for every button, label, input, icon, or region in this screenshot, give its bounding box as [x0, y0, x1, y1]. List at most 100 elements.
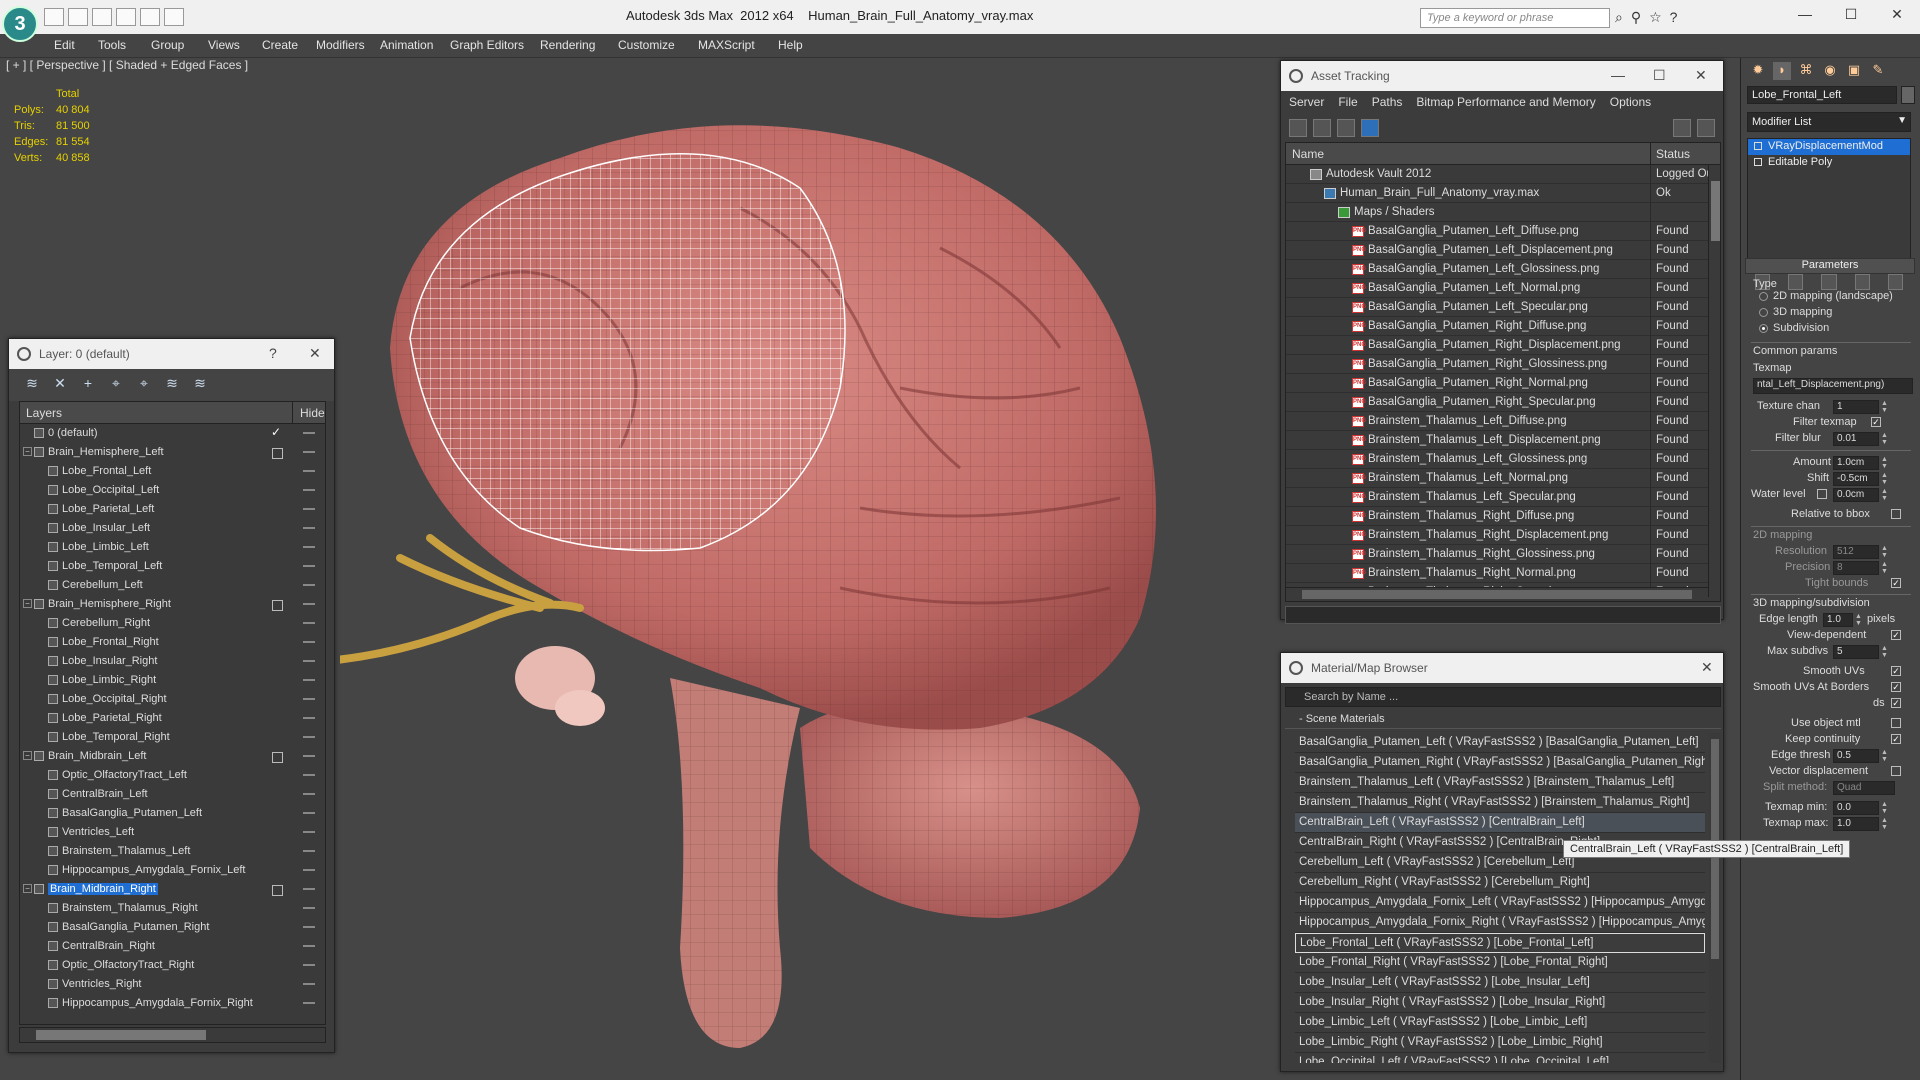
tight-bounds-checkbox[interactable]: ✓ — [1891, 578, 1901, 588]
create-tab-icon[interactable]: ✹ — [1749, 62, 1767, 80]
show-end-result-icon[interactable] — [1788, 274, 1804, 290]
layer-row[interactable]: CentralBrain_Left — [20, 785, 325, 804]
hide-toggle[interactable] — [303, 660, 315, 662]
texmap-min-spinner[interactable]: 0.0 — [1833, 801, 1879, 815]
project-folder-icon[interactable] — [164, 8, 184, 26]
layer-row[interactable]: Brainstem_Thalamus_Left — [20, 842, 325, 861]
asset-row[interactable]: PNG BasalGanglia_Putamen_Left_Displacemen… — [1286, 241, 1720, 260]
filter-blur-spinner[interactable]: 0.01 — [1833, 432, 1879, 446]
highlight-layer-icon[interactable]: ⌖ — [135, 375, 153, 393]
col-hide[interactable]: Hide — [300, 406, 325, 420]
water-level-checkbox[interactable] — [1817, 489, 1827, 499]
hide-toggle[interactable] — [303, 831, 315, 833]
hide-toggle[interactable] — [303, 546, 315, 548]
spinner-arrows-icon[interactable]: ▲ ▼ — [1881, 456, 1889, 470]
hide-toggle[interactable] — [303, 869, 315, 871]
layer-row[interactable]: Lobe_Occipital_Right — [20, 690, 325, 709]
layer-row[interactable]: Lobe_Frontal_Left — [20, 462, 325, 481]
hide-toggle[interactable] — [303, 926, 315, 928]
modify-tab-icon[interactable]: ◗ — [1773, 62, 1791, 80]
hide-toggle[interactable] — [272, 752, 283, 763]
hide-toggle[interactable] — [303, 622, 315, 624]
hide-toggle[interactable] — [303, 489, 315, 491]
asset-row[interactable]: Human_Brain_Full_Anatomy_vray.max Ok — [1286, 184, 1720, 203]
asset-row[interactable]: PNG Brainstem_Thalamus_Right_Diffuse.png F… — [1286, 507, 1720, 526]
modifier-list-dropdown[interactable]: Modifier List ▼ — [1747, 112, 1911, 132]
parameters-rollout[interactable]: Parameters — [1745, 258, 1915, 274]
material-row[interactable]: Brainstem_Thalamus_Left ( VRayFastSSS2 )… — [1295, 773, 1705, 793]
layer-group-row[interactable]: − Brain_Midbrain_Right — [20, 880, 325, 899]
spinner-arrows-icon[interactable]: ▲ ▼ — [1881, 801, 1889, 815]
freeze-all-icon[interactable]: ≋ — [191, 375, 209, 393]
collapse-icon[interactable]: − — [23, 884, 32, 893]
object-color-swatch[interactable] — [1901, 86, 1915, 104]
spinner-arrows-icon[interactable]: ▲ ▼ — [1855, 613, 1863, 627]
menu-customize[interactable]: Customize — [618, 38, 675, 52]
precision-spinner[interactable]: 8 — [1833, 561, 1879, 575]
layer-row[interactable]: BasalGanglia_Putamen_Left — [20, 804, 325, 823]
brain-model[interactable] — [340, 88, 1280, 1058]
keep-continuity-checkbox[interactable]: ✓ — [1891, 734, 1901, 744]
radio-3d-mapping[interactable] — [1759, 308, 1768, 317]
hide-toggle[interactable] — [272, 885, 283, 896]
water-level-spinner[interactable]: 0.0cm — [1833, 488, 1879, 502]
expand-icon[interactable] — [1754, 158, 1762, 166]
spinner-arrows-icon[interactable]: ▲ ▼ — [1881, 645, 1889, 659]
layer-row[interactable]: Lobe_Occipital_Left — [20, 481, 325, 500]
layer-row[interactable]: BasalGanglia_Putamen_Right — [20, 918, 325, 937]
hide-toggle[interactable] — [303, 983, 315, 985]
material-row[interactable]: Lobe_Insular_Left ( VRayFastSSS2 ) [Lobe… — [1295, 973, 1705, 993]
close-button[interactable]: ✕ — [1695, 67, 1707, 84]
view-dependent-checkbox[interactable]: ✓ — [1891, 630, 1901, 640]
stack-item-vray-displacement[interactable]: VRayDisplacementMod — [1748, 139, 1910, 155]
utilities-tab-icon[interactable]: ✎ — [1869, 62, 1887, 80]
layer-row[interactable]: Lobe_Insular_Right — [20, 652, 325, 671]
layer-row[interactable]: Lobe_Temporal_Right — [20, 728, 325, 747]
object-name-field[interactable]: Lobe_Frontal_Left — [1747, 86, 1897, 104]
asset-row[interactable]: PNG BasalGanglia_Putamen_Right_Normal.png… — [1286, 374, 1720, 393]
asset-path-field[interactable] — [1285, 606, 1721, 624]
col-name[interactable]: Name — [1292, 147, 1324, 161]
smooth-uvs-checkbox[interactable]: ✓ — [1891, 666, 1901, 676]
hide-toggle[interactable] — [303, 603, 315, 605]
asset-row[interactable]: PNG Brainstem_Thalamus_Left_Specular.png F… — [1286, 488, 1720, 507]
hide-toggle[interactable] — [303, 964, 315, 966]
asset-row[interactable]: PNG Brainstem_Thalamus_Left_Normal.png Fou… — [1286, 469, 1720, 488]
close-button[interactable]: ✕ — [1701, 659, 1713, 676]
spinner-arrows-icon[interactable]: ▲ ▼ — [1881, 817, 1889, 831]
hide-toggle[interactable] — [303, 717, 315, 719]
lightbulb-icon[interactable] — [1754, 142, 1762, 150]
radio-2d-mapping[interactable] — [1759, 292, 1768, 301]
redo-icon[interactable] — [140, 8, 160, 26]
amount-spinner[interactable]: 1.0cm — [1833, 456, 1879, 470]
spinner-arrows-icon[interactable]: ▲ ▼ — [1881, 472, 1889, 486]
asset-menu-paths[interactable]: Paths — [1372, 95, 1403, 111]
asset-row[interactable]: PNG BasalGanglia_Putamen_Left_Diffuse.png… — [1286, 222, 1720, 241]
smooth-uvs-borders-checkbox[interactable]: ✓ — [1891, 682, 1901, 692]
hide-toggle[interactable] — [303, 565, 315, 567]
hide-toggle[interactable] — [303, 641, 315, 643]
hide-toggle[interactable] — [272, 600, 283, 611]
relative-bbox-checkbox[interactable] — [1891, 509, 1901, 519]
help-icon[interactable] — [1673, 119, 1691, 137]
open-file-icon[interactable] — [68, 8, 88, 26]
layer-row[interactable]: Ventricles_Right — [20, 975, 325, 994]
hide-toggle[interactable] — [303, 907, 315, 909]
menu-help[interactable]: Help — [778, 38, 803, 52]
menu-edit[interactable]: Edit — [54, 38, 75, 52]
hide-toggle[interactable] — [303, 698, 315, 700]
layer-row[interactable]: Lobe_Parietal_Right — [20, 709, 325, 728]
collapse-icon[interactable]: − — [23, 599, 32, 608]
make-unique-icon[interactable] — [1821, 274, 1837, 290]
asset-menu-options[interactable]: Options — [1610, 95, 1651, 111]
delete-layer-icon[interactable]: ✕ — [51, 375, 69, 393]
hide-toggle[interactable] — [303, 793, 315, 795]
layer-row[interactable]: Lobe_Limbic_Left — [20, 538, 325, 557]
app-logo-icon[interactable]: 3 — [2, 6, 38, 42]
material-row[interactable]: Hippocampus_Amygdala_Fornix_Left ( VRayF… — [1295, 893, 1705, 913]
hide-toggle[interactable] — [303, 432, 315, 434]
keyword-search-input[interactable]: Type a keyword or phrase — [1420, 8, 1610, 28]
remove-modifier-icon[interactable] — [1854, 274, 1870, 290]
material-vertical-scrollbar[interactable] — [1709, 733, 1721, 1063]
asset-row[interactable]: Autodesk Vault 2012 Logged Out — [1286, 165, 1720, 184]
